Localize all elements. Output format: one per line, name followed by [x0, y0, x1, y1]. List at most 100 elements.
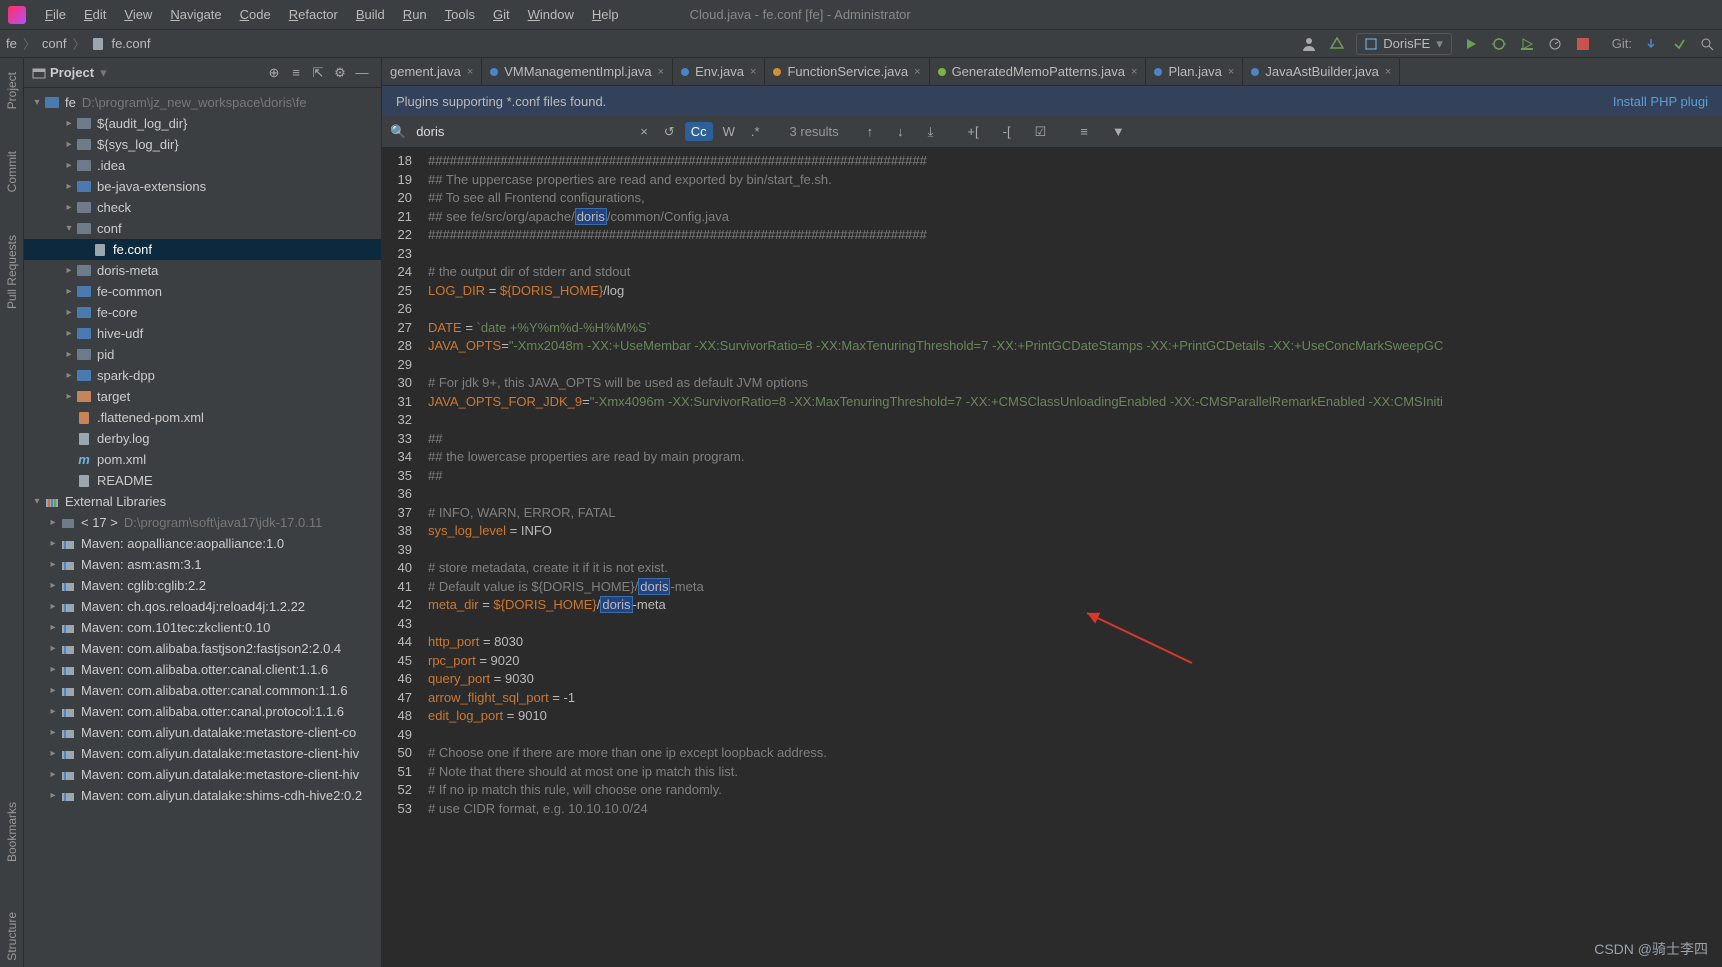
close-icon[interactable]: × [914, 66, 920, 78]
vcs-commit-icon[interactable] [1670, 35, 1688, 53]
chevron-down-icon[interactable]: ▾ [100, 65, 107, 81]
tree-node[interactable]: ▸< 17 >D:\program\soft\java17\jdk-17.0.1… [24, 512, 381, 533]
expand-icon[interactable]: ▸ [62, 286, 76, 297]
tree-node[interactable]: ▸Maven: ch.qos.reload4j:reload4j:1.2.22 [24, 596, 381, 617]
menu-refactor[interactable]: Refactor [280, 4, 347, 25]
select-all-icon[interactable]: ⤓ [922, 122, 940, 142]
code-editor[interactable]: 1819202122232425262728293031323334353637… [382, 148, 1722, 967]
project-title[interactable]: Project [50, 65, 94, 80]
expand-icon[interactable]: ▸ [62, 202, 76, 213]
next-match-icon[interactable]: ↓ [891, 122, 910, 142]
expand-icon[interactable]: ▸ [62, 160, 76, 171]
match-case-toggle[interactable]: Cc [685, 122, 713, 141]
menu-code[interactable]: Code [231, 4, 280, 25]
clear-search-icon[interactable]: × [634, 122, 654, 141]
menu-tools[interactable]: Tools [436, 4, 484, 25]
funnel-icon[interactable]: ▼ [1106, 122, 1131, 141]
expand-icon[interactable]: ▸ [62, 181, 76, 192]
tree-node[interactable]: ▾conf [24, 218, 381, 239]
search-icon[interactable] [1698, 35, 1716, 53]
tree-node[interactable]: ▸Maven: com.aliyun.datalake:metastore-cl… [24, 722, 381, 743]
expand-icon[interactable]: ▾ [62, 223, 76, 234]
expand-icon[interactable]: ▸ [46, 538, 60, 549]
tree-node[interactable]: ▾External Libraries [24, 491, 381, 512]
expand-icon[interactable]: ▸ [46, 706, 60, 717]
menu-window[interactable]: Window [519, 4, 583, 25]
menu-file[interactable]: File [36, 4, 75, 25]
tree-node[interactable]: ▸target [24, 386, 381, 407]
tree-node[interactable]: ▸Maven: com.alibaba.otter:canal.client:1… [24, 659, 381, 680]
tree-node[interactable]: ▸${audit_log_dir} [24, 113, 381, 134]
menu-view[interactable]: View [115, 4, 161, 25]
tree-node[interactable]: ▸Maven: com.aliyun.datalake:metastore-cl… [24, 764, 381, 785]
expand-icon[interactable]: ▸ [46, 517, 60, 528]
menu-edit[interactable]: Edit [75, 4, 115, 25]
expand-icon[interactable]: ▾ [30, 496, 44, 507]
editor-tab[interactable]: VMManagementImpl.java× [482, 58, 673, 85]
expand-icon[interactable]: ▸ [46, 580, 60, 591]
hide-icon[interactable]: — [351, 62, 373, 84]
breadcrumb-item[interactable]: conf [42, 36, 67, 51]
tree-node[interactable]: ▸Maven: com.alibaba.otter:canal.protocol… [24, 701, 381, 722]
tree-node[interactable]: ▸Maven: com.101tec:zkclient:0.10 [24, 617, 381, 638]
tree-node[interactable]: ▸fe-core [24, 302, 381, 323]
search-input[interactable] [410, 121, 630, 142]
vcs-update-icon[interactable] [1642, 35, 1660, 53]
expand-icon[interactable]: ▸ [62, 118, 76, 129]
pullrequests-toolwindow-tab[interactable]: Pull Requests [3, 229, 21, 315]
expand-icon[interactable]: ▸ [62, 328, 76, 339]
editor-tab[interactable]: Plan.java× [1146, 58, 1243, 85]
select-opened-file-icon[interactable]: ⊕ [263, 62, 285, 84]
expand-icon[interactable]: ▸ [62, 139, 76, 150]
expand-icon[interactable]: ▸ [62, 391, 76, 402]
tree-node[interactable]: ▸fe-common [24, 281, 381, 302]
run-configuration-dropdown[interactable]: DorisFE ▾ [1356, 33, 1451, 55]
tree-node[interactable]: ▸check [24, 197, 381, 218]
tree-node[interactable]: ▸${sys_log_dir} [24, 134, 381, 155]
editor-tab[interactable]: GeneratedMemoPatterns.java× [930, 58, 1147, 85]
close-icon[interactable]: × [467, 66, 473, 78]
menu-help[interactable]: Help [583, 4, 628, 25]
menu-navigate[interactable]: Navigate [161, 4, 230, 25]
tree-node[interactable]: ▾feD:\program\jz_new_workspace\doris\fe [24, 92, 381, 113]
expand-icon[interactable]: ▸ [46, 622, 60, 633]
breadcrumb-item[interactable]: fe.conf [111, 36, 150, 51]
tree-node[interactable]: ▸Maven: com.alibaba.fastjson2:fastjson2:… [24, 638, 381, 659]
search-history-icon[interactable]: ↺ [658, 122, 681, 142]
expand-icon[interactable]: ▸ [62, 265, 76, 276]
expand-icon[interactable]: ▸ [46, 769, 60, 780]
expand-icon[interactable]: ▸ [46, 790, 60, 801]
prev-match-icon[interactable]: ↑ [861, 122, 880, 142]
tree-node[interactable]: ▸.idea [24, 155, 381, 176]
regex-toggle[interactable]: .* [745, 122, 766, 141]
add-selection-icon[interactable]: +[ [961, 122, 984, 142]
expand-icon[interactable]: ▸ [62, 370, 76, 381]
stop-button[interactable] [1574, 35, 1592, 53]
close-icon[interactable]: × [1385, 66, 1391, 78]
menu-run[interactable]: Run [394, 4, 436, 25]
tree-node[interactable]: ▸Maven: asm:asm:3.1 [24, 554, 381, 575]
expand-icon[interactable]: ▸ [62, 349, 76, 360]
editor-tab[interactable]: gement.java× [382, 58, 482, 85]
gear-icon[interactable]: ⚙ [329, 62, 351, 84]
remove-selection-icon[interactable]: -[ [997, 122, 1017, 142]
coverage-button[interactable] [1518, 35, 1536, 53]
close-icon[interactable]: × [1131, 66, 1137, 78]
tree-node[interactable]: ▸Maven: com.aliyun.datalake:metastore-cl… [24, 743, 381, 764]
debug-button[interactable] [1490, 35, 1508, 53]
tree-node[interactable]: ▸Maven: cglib:cglib:2.2 [24, 575, 381, 596]
expand-icon[interactable]: ▸ [62, 307, 76, 318]
tree-node[interactable]: ▸hive-udf [24, 323, 381, 344]
breadcrumb-item[interactable]: fe [6, 36, 17, 51]
tree-node[interactable]: ▸Maven: com.alibaba.otter:canal.common:1… [24, 680, 381, 701]
expand-icon[interactable]: ▸ [46, 643, 60, 654]
select-occurrences-icon[interactable]: ☑ [1029, 122, 1053, 142]
project-tree[interactable]: ▾feD:\program\jz_new_workspace\doris\fe▸… [24, 88, 381, 967]
profiler-button[interactable] [1546, 35, 1564, 53]
menu-git[interactable]: Git [484, 4, 519, 25]
collapse-all-icon[interactable]: ⇱ [307, 62, 329, 84]
tree-node[interactable]: ▸doris-meta [24, 260, 381, 281]
close-icon[interactable]: × [1228, 66, 1234, 78]
expand-all-icon[interactable]: ≡ [285, 62, 307, 84]
editor-tab[interactable]: JavaAstBuilder.java× [1243, 58, 1400, 85]
